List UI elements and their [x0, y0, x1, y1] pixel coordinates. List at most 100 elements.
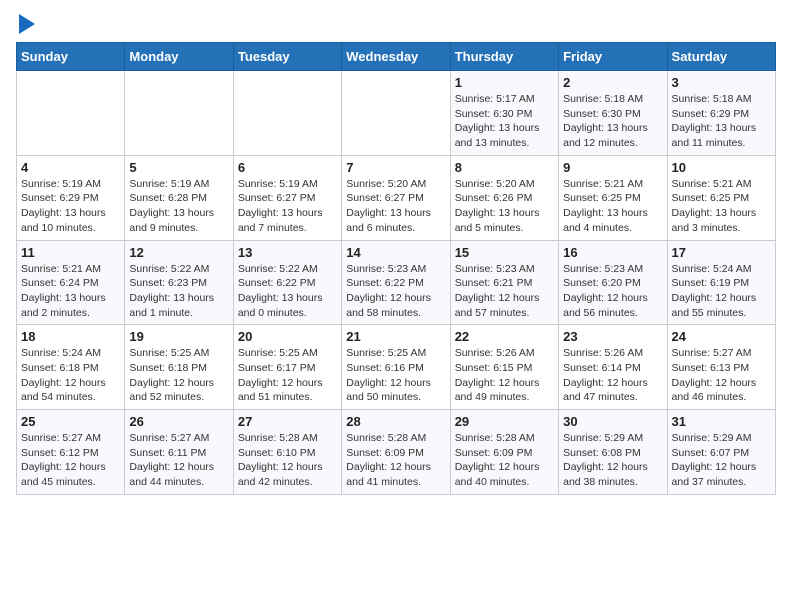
day-number: 8 — [455, 160, 554, 175]
calendar-cell — [17, 71, 125, 156]
day-info: Sunrise: 5:24 AM Sunset: 6:18 PM Dayligh… — [21, 346, 120, 405]
day-info: Sunrise: 5:28 AM Sunset: 6:09 PM Dayligh… — [455, 431, 554, 490]
day-info: Sunrise: 5:27 AM Sunset: 6:11 PM Dayligh… — [129, 431, 228, 490]
calendar-week-row: 11 Sunrise: 5:21 AM Sunset: 6:24 PM Dayli… — [17, 240, 776, 325]
day-number: 9 — [563, 160, 662, 175]
day-info: Sunrise: 5:23 AM Sunset: 6:22 PM Dayligh… — [346, 262, 445, 321]
calendar-week-row: 1 Sunrise: 5:17 AM Sunset: 6:30 PM Daylig… — [17, 71, 776, 156]
calendar-cell: 6 Sunrise: 5:19 AM Sunset: 6:27 PM Daylig… — [233, 155, 341, 240]
day-number: 15 — [455, 245, 554, 260]
day-number: 4 — [21, 160, 120, 175]
day-number: 23 — [563, 329, 662, 344]
calendar-table: SundayMondayTuesdayWednesdayThursdayFrid… — [16, 42, 776, 495]
calendar-cell: 12Sunrise: 5:22 AM Sunset: 6:23 PM Dayli… — [125, 240, 233, 325]
weekday-header-saturday: Saturday — [667, 43, 775, 71]
calendar-cell: 22 Sunrise: 5:26 AM Sunset: 6:15 PM Dayli… — [450, 325, 558, 410]
calendar-cell: 26Sunrise: 5:27 AM Sunset: 6:11 PM Dayli… — [125, 410, 233, 495]
calendar-cell: 29 Sunrise: 5:28 AM Sunset: 6:09 PM Dayli… — [450, 410, 558, 495]
day-info: Sunrise: 5:18 AM Sunset: 6:30 PM Dayligh… — [563, 92, 662, 151]
calendar-week-row: 25 Sunrise: 5:27 AM Sunset: 6:12 PM Dayli… — [17, 410, 776, 495]
calendar-cell: 3Sunrise: 5:18 AM Sunset: 6:29 PM Daylig… — [667, 71, 775, 156]
calendar-week-row: 18 Sunrise: 5:24 AM Sunset: 6:18 PM Dayli… — [17, 325, 776, 410]
calendar-cell — [233, 71, 341, 156]
day-info: Sunrise: 5:28 AM Sunset: 6:10 PM Dayligh… — [238, 431, 337, 490]
weekday-header-sunday: Sunday — [17, 43, 125, 71]
day-info: Sunrise: 5:27 AM Sunset: 6:13 PM Dayligh… — [672, 346, 771, 405]
calendar-cell — [125, 71, 233, 156]
calendar-cell: 21 Sunrise: 5:25 AM Sunset: 6:16 PM Dayli… — [342, 325, 450, 410]
day-info: Sunrise: 5:26 AM Sunset: 6:15 PM Dayligh… — [455, 346, 554, 405]
day-number: 13 — [238, 245, 337, 260]
logo-arrow-icon — [19, 14, 35, 34]
day-number: 16 — [563, 245, 662, 260]
calendar-cell: 16 Sunrise: 5:23 AM Sunset: 6:20 PM Dayli… — [559, 240, 667, 325]
day-number: 29 — [455, 414, 554, 429]
calendar-cell: 15 Sunrise: 5:23 AM Sunset: 6:21 PM Dayli… — [450, 240, 558, 325]
calendar-cell: 28 Sunrise: 5:28 AM Sunset: 6:09 PM Dayli… — [342, 410, 450, 495]
calendar-cell: 17Sunrise: 5:24 AM Sunset: 6:19 PM Dayli… — [667, 240, 775, 325]
day-info: Sunrise: 5:19 AM Sunset: 6:29 PM Dayligh… — [21, 177, 120, 236]
day-info: Sunrise: 5:19 AM Sunset: 6:27 PM Dayligh… — [238, 177, 337, 236]
day-number: 30 — [563, 414, 662, 429]
calendar-cell: 4 Sunrise: 5:19 AM Sunset: 6:29 PM Daylig… — [17, 155, 125, 240]
day-number: 28 — [346, 414, 445, 429]
day-number: 11 — [21, 245, 120, 260]
calendar-cell: 8Sunrise: 5:20 AM Sunset: 6:26 PM Daylig… — [450, 155, 558, 240]
day-info: Sunrise: 5:28 AM Sunset: 6:09 PM Dayligh… — [346, 431, 445, 490]
day-number: 10 — [672, 160, 771, 175]
weekday-header-friday: Friday — [559, 43, 667, 71]
day-number: 20 — [238, 329, 337, 344]
day-number: 18 — [21, 329, 120, 344]
weekday-header-tuesday: Tuesday — [233, 43, 341, 71]
day-number: 22 — [455, 329, 554, 344]
day-info: Sunrise: 5:23 AM Sunset: 6:20 PM Dayligh… — [563, 262, 662, 321]
calendar-cell: 13 Sunrise: 5:22 AM Sunset: 6:22 PM Dayli… — [233, 240, 341, 325]
day-info: Sunrise: 5:21 AM Sunset: 6:25 PM Dayligh… — [672, 177, 771, 236]
day-info: Sunrise: 5:27 AM Sunset: 6:12 PM Dayligh… — [21, 431, 120, 490]
calendar-cell: 30 Sunrise: 5:29 AM Sunset: 6:08 PM Dayli… — [559, 410, 667, 495]
weekday-header-wednesday: Wednesday — [342, 43, 450, 71]
day-number: 2 — [563, 75, 662, 90]
day-info: Sunrise: 5:19 AM Sunset: 6:28 PM Dayligh… — [129, 177, 228, 236]
calendar-week-row: 4 Sunrise: 5:19 AM Sunset: 6:29 PM Daylig… — [17, 155, 776, 240]
day-number: 21 — [346, 329, 445, 344]
calendar-cell: 1 Sunrise: 5:17 AM Sunset: 6:30 PM Daylig… — [450, 71, 558, 156]
page-header — [16, 16, 776, 34]
calendar-cell: 20Sunrise: 5:25 AM Sunset: 6:17 PM Dayli… — [233, 325, 341, 410]
logo — [16, 16, 35, 34]
day-info: Sunrise: 5:29 AM Sunset: 6:07 PM Dayligh… — [672, 431, 771, 490]
calendar-cell: 11 Sunrise: 5:21 AM Sunset: 6:24 PM Dayli… — [17, 240, 125, 325]
day-info: Sunrise: 5:23 AM Sunset: 6:21 PM Dayligh… — [455, 262, 554, 321]
day-info: Sunrise: 5:20 AM Sunset: 6:27 PM Dayligh… — [346, 177, 445, 236]
calendar-cell: 31 Sunrise: 5:29 AM Sunset: 6:07 PM Dayli… — [667, 410, 775, 495]
day-info: Sunrise: 5:29 AM Sunset: 6:08 PM Dayligh… — [563, 431, 662, 490]
day-number: 6 — [238, 160, 337, 175]
day-number: 31 — [672, 414, 771, 429]
day-number: 27 — [238, 414, 337, 429]
day-info: Sunrise: 5:22 AM Sunset: 6:22 PM Dayligh… — [238, 262, 337, 321]
day-info: Sunrise: 5:18 AM Sunset: 6:29 PM Dayligh… — [672, 92, 771, 151]
day-info: Sunrise: 5:22 AM Sunset: 6:23 PM Dayligh… — [129, 262, 228, 321]
calendar-cell: 23Sunrise: 5:26 AM Sunset: 6:14 PM Dayli… — [559, 325, 667, 410]
calendar-cell: 27 Sunrise: 5:28 AM Sunset: 6:10 PM Dayli… — [233, 410, 341, 495]
calendar-cell: 19Sunrise: 5:25 AM Sunset: 6:18 PM Dayli… — [125, 325, 233, 410]
day-info: Sunrise: 5:21 AM Sunset: 6:25 PM Dayligh… — [563, 177, 662, 236]
calendar-cell: 5Sunrise: 5:19 AM Sunset: 6:28 PM Daylig… — [125, 155, 233, 240]
day-info: Sunrise: 5:25 AM Sunset: 6:16 PM Dayligh… — [346, 346, 445, 405]
day-info: Sunrise: 5:17 AM Sunset: 6:30 PM Dayligh… — [455, 92, 554, 151]
day-number: 25 — [21, 414, 120, 429]
day-number: 19 — [129, 329, 228, 344]
weekday-header-monday: Monday — [125, 43, 233, 71]
day-number: 1 — [455, 75, 554, 90]
calendar-cell — [342, 71, 450, 156]
weekday-header-row: SundayMondayTuesdayWednesdayThursdayFrid… — [17, 43, 776, 71]
calendar-cell: 18 Sunrise: 5:24 AM Sunset: 6:18 PM Dayli… — [17, 325, 125, 410]
calendar-cell: 9 Sunrise: 5:21 AM Sunset: 6:25 PM Daylig… — [559, 155, 667, 240]
calendar-cell: 10 Sunrise: 5:21 AM Sunset: 6:25 PM Dayli… — [667, 155, 775, 240]
day-info: Sunrise: 5:21 AM Sunset: 6:24 PM Dayligh… — [21, 262, 120, 321]
calendar-cell: 14Sunrise: 5:23 AM Sunset: 6:22 PM Dayli… — [342, 240, 450, 325]
calendar-cell: 7 Sunrise: 5:20 AM Sunset: 6:27 PM Daylig… — [342, 155, 450, 240]
weekday-header-thursday: Thursday — [450, 43, 558, 71]
day-number: 7 — [346, 160, 445, 175]
day-info: Sunrise: 5:24 AM Sunset: 6:19 PM Dayligh… — [672, 262, 771, 321]
